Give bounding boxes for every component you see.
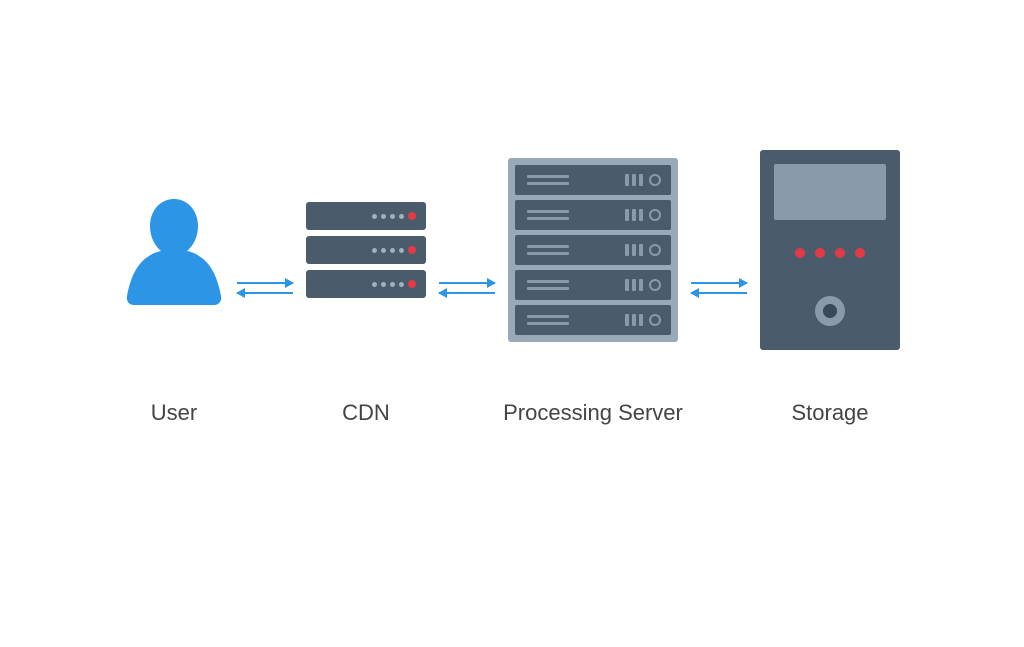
rack-server-icon bbox=[508, 158, 678, 342]
arrows-cdn-server bbox=[439, 188, 495, 388]
node-processing-server: Processing Server bbox=[503, 150, 683, 426]
server-icon-box bbox=[503, 150, 683, 350]
storage-leds bbox=[795, 248, 865, 258]
cdn-unit bbox=[306, 236, 426, 264]
arrow-right-icon bbox=[439, 282, 495, 284]
server-unit bbox=[515, 270, 671, 300]
server-unit bbox=[515, 235, 671, 265]
user-icon-box bbox=[119, 150, 229, 350]
storage-tower-icon bbox=[760, 150, 900, 350]
server-unit bbox=[515, 305, 671, 335]
user-silhouette-icon bbox=[124, 195, 224, 305]
arrows-user-cdn bbox=[237, 188, 293, 388]
arrow-right-icon bbox=[691, 282, 747, 284]
server-unit bbox=[515, 165, 671, 195]
arrow-left-icon bbox=[691, 292, 747, 294]
node-cdn: CDN bbox=[301, 150, 431, 426]
arrows-server-storage bbox=[691, 188, 747, 388]
architecture-diagram: User CDN bbox=[0, 150, 1024, 426]
server-stack-icon bbox=[306, 202, 426, 298]
power-button-icon bbox=[815, 296, 845, 326]
arrow-left-icon bbox=[237, 292, 293, 294]
cdn-icon-box bbox=[301, 150, 431, 350]
storage-label: Storage bbox=[755, 400, 905, 426]
server-unit bbox=[515, 200, 671, 230]
user-label: User bbox=[119, 400, 229, 426]
arrow-right-icon bbox=[237, 282, 293, 284]
storage-icon-box bbox=[755, 150, 905, 350]
node-user: User bbox=[119, 150, 229, 426]
storage-screen bbox=[774, 164, 886, 220]
cdn-unit bbox=[306, 270, 426, 298]
server-label: Processing Server bbox=[503, 400, 683, 426]
cdn-unit bbox=[306, 202, 426, 230]
node-storage: Storage bbox=[755, 150, 905, 426]
arrow-left-icon bbox=[439, 292, 495, 294]
cdn-label: CDN bbox=[301, 400, 431, 426]
